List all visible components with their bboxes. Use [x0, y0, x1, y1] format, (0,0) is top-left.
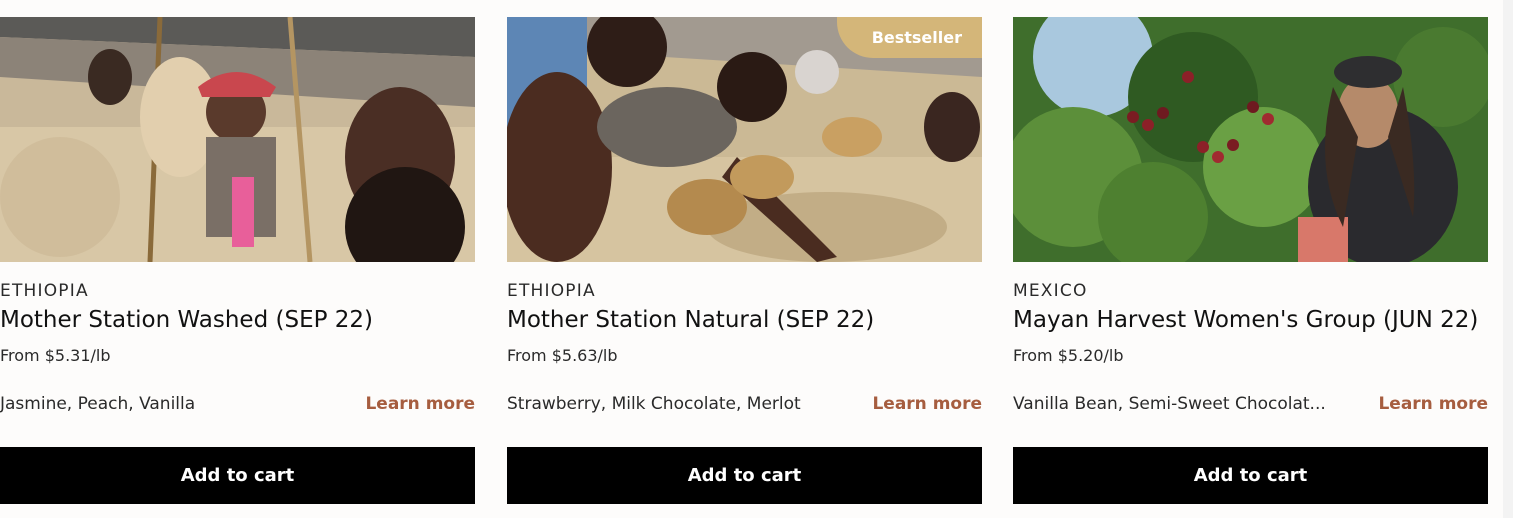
product-card-mother-station-natural: Bestseller ETHIOPIA Mother Station Natur…	[507, 17, 982, 504]
product-name[interactable]: Mother Station Natural (SEP 22)	[507, 307, 874, 333]
product-price: From $5.31/lb	[0, 346, 111, 365]
product-image[interactable]: Bestseller	[507, 17, 982, 262]
product-name[interactable]: Mayan Harvest Women's Group (JUN 22)	[1013, 307, 1478, 333]
product-origin: ETHIOPIA	[0, 281, 89, 301]
add-to-cart-button[interactable]: Add to cart	[1013, 447, 1488, 504]
product-origin: ETHIOPIA	[507, 281, 596, 301]
learn-more-link[interactable]: Learn more	[872, 394, 982, 414]
learn-more-link[interactable]: Learn more	[1378, 394, 1488, 414]
tasting-notes: Jasmine, Peach, Vanilla	[0, 394, 196, 414]
tasting-notes: Vanilla Bean, Semi-Sweet Chocolat...	[1013, 394, 1326, 414]
drying-bed-photo	[0, 17, 475, 262]
product-price: From $5.20/lb	[1013, 346, 1124, 365]
product-origin: MEXICO	[1013, 281, 1088, 301]
product-card-mayan-harvest: MEXICO Mayan Harvest Women's Group (JUN …	[1013, 17, 1488, 504]
product-name[interactable]: Mother Station Washed (SEP 22)	[0, 307, 373, 333]
scrollbar-track[interactable]	[1503, 0, 1513, 518]
product-image[interactable]	[1013, 17, 1488, 262]
bestseller-badge: Bestseller	[836, 17, 982, 58]
product-price: From $5.63/lb	[507, 346, 618, 365]
tasting-notes: Strawberry, Milk Chocolate, Merlot	[507, 394, 801, 414]
coffee-farmer-photo	[1013, 17, 1488, 262]
add-to-cart-button[interactable]: Add to cart	[0, 447, 475, 504]
learn-more-link[interactable]: Learn more	[365, 394, 475, 414]
product-card-mother-station-washed: ETHIOPIA Mother Station Washed (SEP 22) …	[0, 17, 475, 504]
product-image[interactable]	[0, 17, 475, 262]
add-to-cart-button[interactable]: Add to cart	[507, 447, 982, 504]
